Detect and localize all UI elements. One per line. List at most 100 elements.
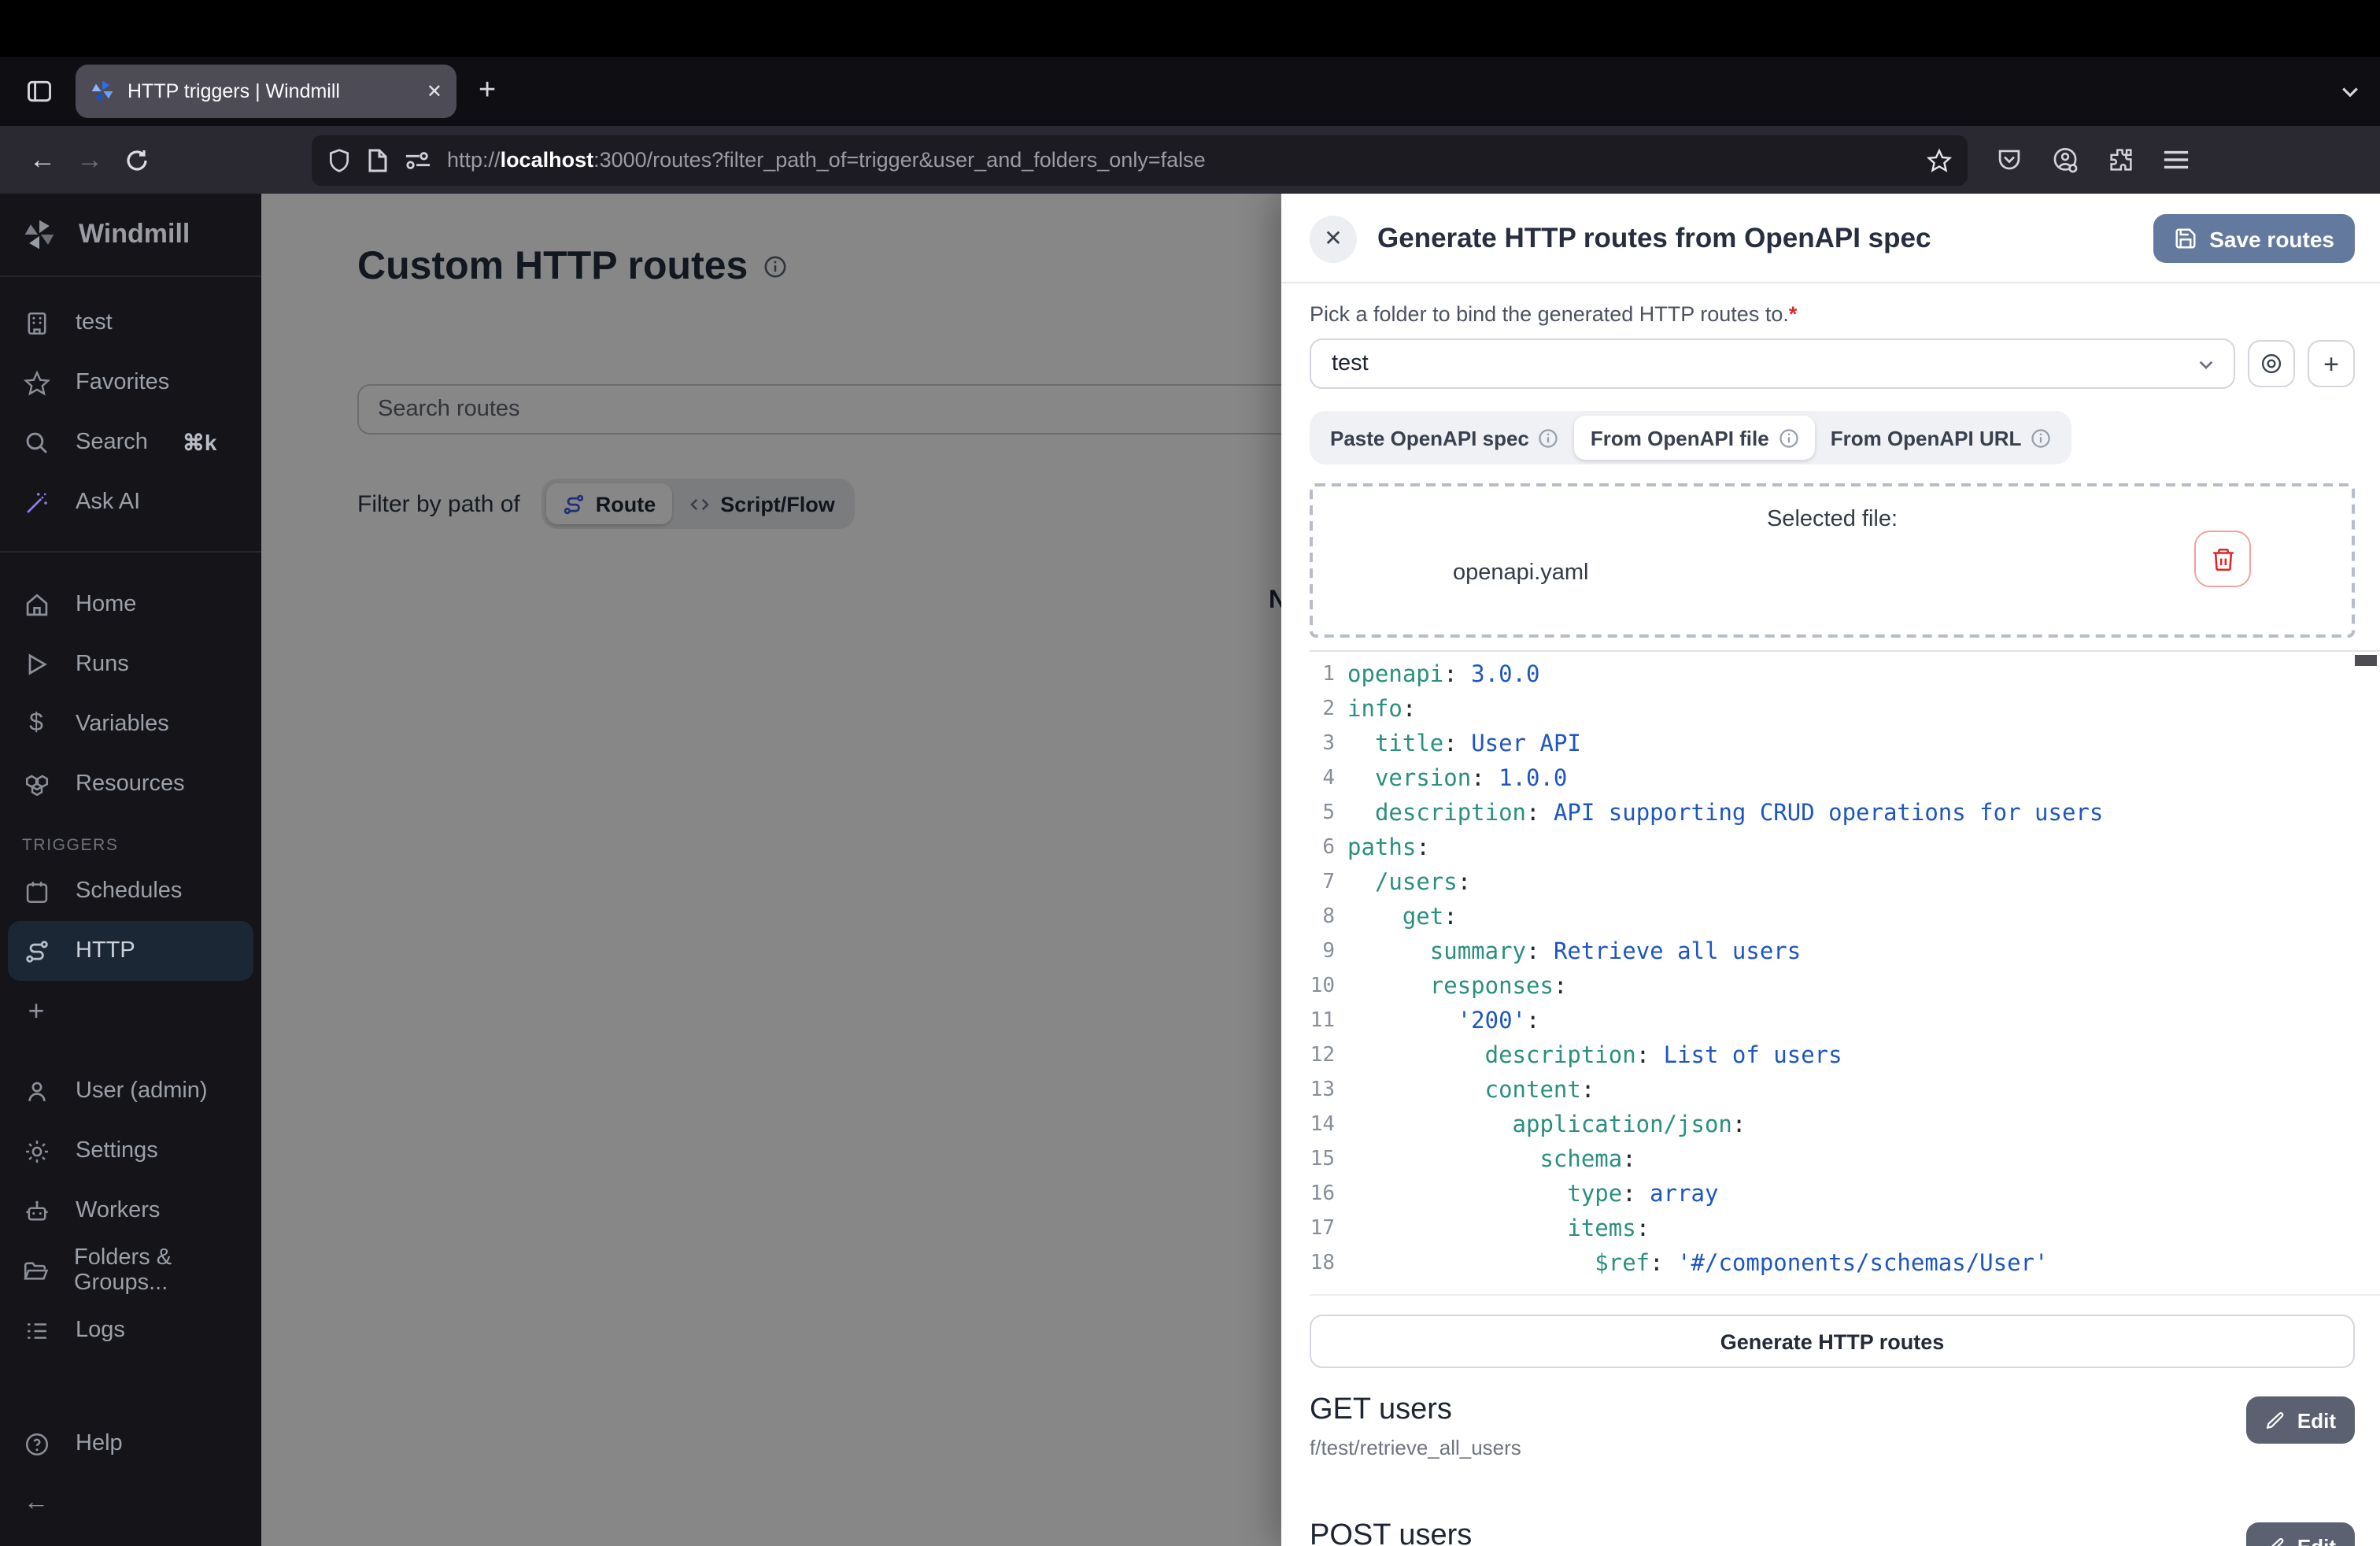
code-line: 11 '200':	[1310, 1004, 2380, 1039]
edit-label: Edit	[2297, 1408, 2336, 1432]
sidebar-item-search[interactable]: Search ⌘k	[0, 412, 261, 472]
forward-button[interactable]: →	[66, 144, 113, 176]
pencil-icon	[2266, 1536, 2286, 1546]
account-icon[interactable]	[2051, 146, 2079, 174]
trash-icon	[2209, 546, 2236, 572]
add-folder-button[interactable]: +	[2308, 340, 2355, 387]
browser-toolbar: ← → http://loc	[0, 126, 2380, 194]
code-line: 1openapi: 3.0.0	[1310, 658, 2380, 693]
user-icon	[22, 1078, 50, 1104]
sidebar-item-label: Runs	[76, 652, 129, 677]
reload-button[interactable]	[113, 147, 161, 172]
code-line: 15 schema:	[1310, 1143, 2380, 1178]
sidebar-item-workers[interactable]: Workers	[0, 1181, 261, 1241]
openapi-code-editor[interactable]: 1openapi: 3.0.02info:3 title: User API4 …	[1310, 650, 2380, 1296]
application-window: HTTP triggers | Windmill ✕ + ← →	[0, 0, 2380, 1546]
sidebar-item-settings[interactable]: Settings	[0, 1121, 261, 1181]
route-path: f/test/retrieve_all_users	[1310, 1436, 1521, 1459]
openapi-source-tabs: Paste OpenAPI spec From OpenAPI file	[1310, 411, 2071, 464]
editor-scrollbar-thumb[interactable]	[2355, 655, 2377, 666]
main-content: Custom HTTP routes Filter by path of	[261, 194, 2380, 1546]
tab-from-openapi-file[interactable]: From OpenAPI file	[1575, 416, 1815, 460]
windmill-favicon	[90, 79, 115, 104]
sidebar-item-runs[interactable]: Runs	[0, 634, 261, 694]
code-line: 16 type: array	[1310, 1178, 2380, 1212]
browser-tab-strip: HTTP triggers | Windmill ✕ +	[0, 57, 2380, 126]
pocket-icon[interactable]	[1996, 146, 2023, 173]
code-lines: 1openapi: 3.0.02info:3 title: User API4 …	[1310, 658, 2380, 1282]
tab-close-icon[interactable]: ✕	[427, 80, 442, 102]
close-drawer-button[interactable]: ✕	[1310, 215, 1357, 262]
sidebar-brand[interactable]: Windmill	[0, 194, 261, 276]
sidebar-item-help[interactable]: Help	[0, 1414, 261, 1474]
sidebar-item-home[interactable]: Home	[0, 575, 261, 634]
sidebar-collapse-button[interactable]: ←	[0, 1474, 261, 1533]
sidebar-item-logs[interactable]: Logs	[0, 1300, 261, 1360]
tab-label: Paste OpenAPI spec	[1330, 426, 1529, 449]
remove-file-button[interactable]	[2194, 531, 2251, 587]
url-bar[interactable]: http://localhost:3000/routes?filter_path…	[312, 135, 1968, 185]
windmill-logo-icon	[22, 217, 57, 252]
folder-select[interactable]: test	[1310, 338, 2235, 389]
selected-file-name: openapi.yaml	[1453, 560, 1589, 586]
generated-route-row: POST users f/test/create_a_new_user Edit	[1310, 1519, 2355, 1546]
page-info-icon[interactable]	[367, 147, 389, 172]
edit-route-button[interactable]: Edit	[2247, 1522, 2355, 1546]
hamburger-menu-icon[interactable]	[2163, 148, 2190, 172]
sidebar-item-label: Search	[76, 430, 148, 455]
sidebar-item-label: Ask AI	[76, 490, 140, 515]
sidebar-item-resources[interactable]: Resources	[0, 754, 261, 814]
sidebar-item-label: Workers	[76, 1198, 160, 1223]
arrow-left-icon: ←	[22, 1489, 50, 1518]
brand-name: Windmill	[79, 219, 190, 250]
code-line: 14 application/json:	[1310, 1108, 2380, 1143]
sidebar-item-http[interactable]: HTTP	[8, 921, 253, 981]
bookmark-star-icon[interactable]	[1927, 147, 1952, 172]
sidebar-item-label: Settings	[76, 1138, 158, 1163]
tab-label: From OpenAPI file	[1591, 426, 1769, 449]
chevron-down-icon	[2196, 353, 2216, 374]
sidebar-item-ask-ai[interactable]: Ask AI	[0, 472, 261, 532]
sidebar-item-user[interactable]: User (admin)	[0, 1061, 261, 1121]
sidebar-item-label: Folders & Groups...	[74, 1245, 239, 1296]
code-line: 8 get:	[1310, 901, 2380, 935]
search-shortcut: ⌘k	[183, 429, 217, 456]
extensions-puzzle-icon[interactable]	[2108, 146, 2134, 173]
list-tabs-chevron-icon[interactable]	[2339, 80, 2361, 102]
edit-label: Edit	[2297, 1534, 2336, 1546]
save-routes-button[interactable]: Save routes	[2153, 214, 2355, 263]
code-line: 4 version: 1.0.0	[1310, 762, 2380, 797]
help-icon	[22, 1430, 50, 1457]
info-icon	[2031, 427, 2051, 448]
wand-icon	[22, 489, 50, 516]
code-line: 3 title: User API	[1310, 727, 2380, 762]
sidebar-item-test[interactable]: test	[0, 293, 261, 353]
sidebar-item-label: Variables	[76, 712, 169, 737]
sidebar-item-schedules[interactable]: Schedules	[0, 861, 261, 921]
code-line: 2info:	[1310, 693, 2380, 727]
back-button[interactable]: ←	[19, 144, 66, 176]
shield-icon[interactable]	[327, 147, 351, 172]
triggers-section-label: TRIGGERS	[0, 814, 261, 861]
code-line: 17 items:	[1310, 1212, 2380, 1247]
sidebar: Windmill test Favorites	[0, 194, 261, 1546]
selected-file-dropzone[interactable]: Selected file: openapi.yaml	[1310, 483, 2355, 638]
permissions-sliders-icon[interactable]	[405, 149, 431, 171]
sidebar-item-folders-groups[interactable]: Folders & Groups...	[0, 1241, 261, 1300]
new-tab-button[interactable]: +	[479, 74, 496, 109]
sidebar-add-button[interactable]: +	[0, 981, 261, 1041]
route-name: POST users	[1310, 1519, 1539, 1546]
firefox-view-button[interactable]	[16, 68, 63, 115]
calendar-icon	[22, 878, 50, 904]
sidebar-item-label: Help	[76, 1431, 123, 1456]
tab-paste-openapi-spec[interactable]: Paste OpenAPI spec	[1314, 416, 1575, 460]
view-folder-button[interactable]	[2248, 340, 2295, 387]
generate-http-routes-button[interactable]: Generate HTTP routes	[1310, 1315, 2355, 1368]
browser-tab[interactable]: HTTP triggers | Windmill ✕	[76, 65, 456, 118]
tab-from-openapi-url[interactable]: From OpenAPI URL	[1815, 416, 2068, 460]
sidebar-item-favorites[interactable]: Favorites	[0, 353, 261, 412]
firefox-view-icon	[25, 77, 54, 105]
edit-route-button[interactable]: Edit	[2247, 1396, 2355, 1444]
sidebar-item-variables[interactable]: $ Variables	[0, 694, 261, 754]
home-icon	[22, 591, 50, 618]
